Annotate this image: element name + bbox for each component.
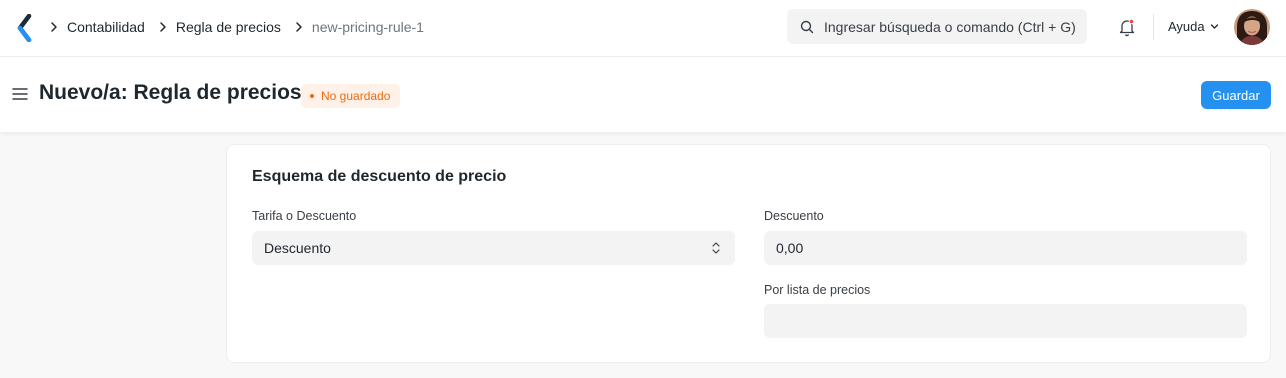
breadcrumb-item-pricing-rule[interactable]: Regla de precios: [176, 19, 281, 35]
status-badge-label: No guardado: [321, 89, 391, 103]
search-input[interactable]: Ingresar búsqueda o comando (Ctrl + G): [787, 9, 1087, 44]
help-dropdown[interactable]: Ayuda: [1168, 19, 1219, 34]
rate-or-discount-value: Descuento: [264, 240, 331, 256]
chevron-right-icon: [51, 22, 57, 32]
form-section-card: Esquema de descuento de precio Tarifa o …: [226, 144, 1271, 363]
section-title: Esquema de descuento de precio: [252, 168, 507, 185]
discount-field[interactable]: 0,00: [764, 231, 1247, 265]
discount-value: 0,00: [776, 240, 804, 256]
select-arrows-icon: [712, 242, 720, 254]
breadcrumb-item-contabilidad[interactable]: Contabilidad: [67, 19, 145, 35]
search-icon: [800, 20, 814, 33]
for-price-list-label: Por lista de precios: [764, 283, 871, 297]
navbar-divider: [1153, 14, 1154, 40]
search-placeholder: Ingresar búsqueda o comando (Ctrl + G): [824, 18, 1076, 35]
save-button[interactable]: Guardar: [1201, 81, 1271, 109]
help-label: Ayuda: [1168, 19, 1205, 34]
chevron-right-icon: [160, 22, 166, 32]
chevron-right-icon: [296, 22, 302, 32]
page-title: Nuevo/a: Regla de precios: [39, 81, 302, 104]
rate-or-discount-select[interactable]: Descuento: [252, 231, 735, 265]
navbar: Contabilidad Regla de precios new-pricin…: [0, 0, 1286, 57]
chevron-down-icon: [1210, 24, 1218, 29]
avatar[interactable]: [1234, 9, 1270, 45]
status-dot: [310, 94, 314, 98]
breadcrumb: Contabilidad Regla de precios new-pricin…: [48, 0, 436, 54]
logo-icon[interactable]: [16, 14, 32, 42]
page-head: Nuevo/a: Regla de precios No guardado Gu…: [0, 57, 1286, 132]
menu-icon[interactable]: [12, 87, 28, 101]
bell-icon[interactable]: [1117, 17, 1137, 37]
rate-or-discount-label: Tarifa o Descuento: [252, 209, 357, 223]
discount-label: Descuento: [764, 209, 824, 223]
breadcrumb-item-current: new-pricing-rule-1: [311, 19, 424, 35]
status-badge: No guardado: [301, 84, 401, 108]
for-price-list-field[interactable]: [764, 304, 1247, 338]
